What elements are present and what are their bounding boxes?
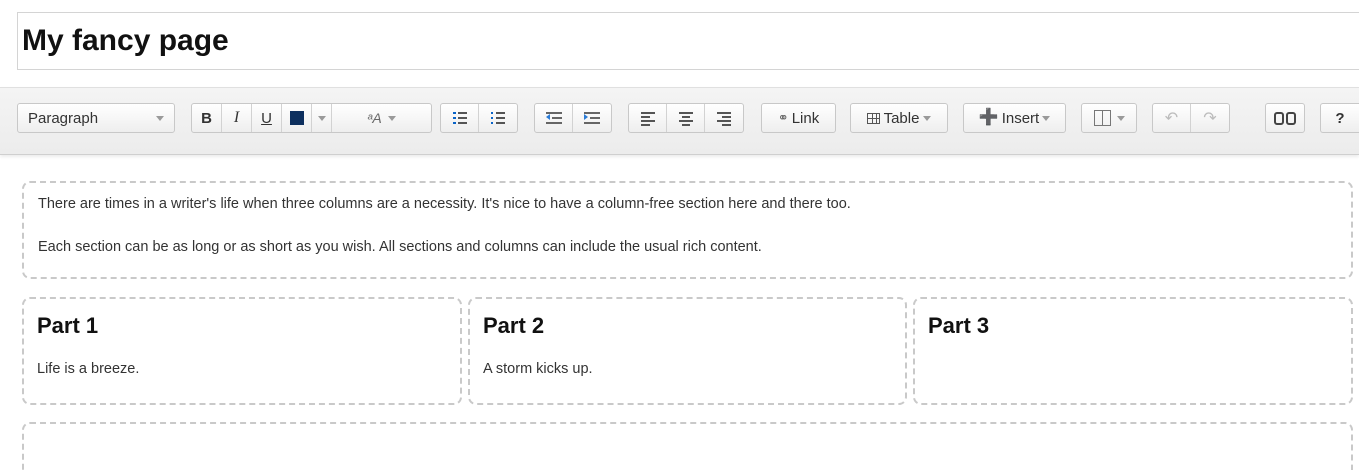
column-heading: Part 1 [37, 313, 99, 338]
align-right-button[interactable] [705, 104, 743, 132]
intro-paragraph: There are times in a writer's life when … [38, 196, 851, 212]
insert-button[interactable]: ➕ Insert [963, 103, 1066, 133]
table-icon [866, 112, 880, 124]
layout-button[interactable] [1081, 103, 1137, 133]
chevron-down-icon [387, 115, 396, 121]
table-label: Table [883, 109, 920, 127]
underline-button[interactable]: U [252, 104, 282, 132]
column-heading: Part 2 [483, 313, 545, 338]
text-style-group: B I U ᵃA [191, 103, 432, 133]
find-button[interactable] [1265, 103, 1305, 133]
outdent-button[interactable] [535, 104, 573, 132]
intro-paragraph: Each section can be as long or as short … [38, 239, 762, 255]
font-size-icon: ᵃA [367, 110, 382, 126]
align-group [628, 103, 744, 133]
plus-icon: ➕ [978, 109, 999, 126]
chevron-down-icon [1042, 115, 1051, 121]
empty-section[interactable] [22, 422, 1353, 470]
column-section-3[interactable]: Part 3 [913, 297, 1353, 405]
numbered-list-icon [491, 112, 505, 124]
list-group [440, 103, 518, 133]
indent-icon [584, 112, 600, 124]
paragraph-format-label: Paragraph [28, 109, 99, 127]
column-section-2[interactable]: Part 2 A storm kicks up. [468, 297, 907, 405]
align-left-icon [640, 112, 655, 126]
link-icon: ⚭ [777, 110, 789, 125]
text-color-icon [289, 111, 304, 125]
font-size-button[interactable]: ᵃA [332, 104, 431, 132]
column-layout-icon [1093, 110, 1111, 126]
chevron-down-icon [1116, 115, 1125, 121]
page-title-input[interactable]: My fancy page [17, 12, 1359, 70]
text-color-button[interactable] [282, 104, 312, 132]
column-text: A storm kicks up. [483, 361, 593, 377]
undo-icon: ↶ [1164, 110, 1179, 127]
chevron-down-icon [317, 115, 326, 121]
intro-section[interactable]: There are times in a writer's life when … [22, 181, 1353, 279]
insert-label: Insert [1001, 109, 1040, 127]
numbered-list-button[interactable] [479, 104, 517, 132]
outdent-icon [545, 112, 562, 124]
text-color-dropdown[interactable] [312, 104, 332, 132]
binoculars-icon [1274, 111, 1296, 125]
bold-button[interactable]: B [192, 104, 222, 132]
link-button[interactable]: ⚭ Link [761, 103, 836, 133]
editor-toolbar: Paragraph B I U ᵃA ⚭ Link Table ➕ Insert… [0, 87, 1359, 155]
column-text: Life is a breeze. [37, 361, 140, 377]
chevron-down-icon [923, 115, 932, 121]
align-center-button[interactable] [667, 104, 705, 132]
column-section-1[interactable]: Part 1 Life is a breeze. [22, 297, 462, 405]
paragraph-format-select[interactable]: Paragraph [17, 103, 175, 133]
help-button[interactable]: ? [1320, 103, 1359, 133]
indent-group [534, 103, 612, 133]
undo-button[interactable]: ↶ [1153, 104, 1191, 132]
link-label: Link [791, 109, 820, 127]
table-button[interactable]: Table [850, 103, 948, 133]
editor-page: My fancy page Paragraph B I U ᵃA ⚭ Link … [0, 0, 1359, 470]
align-center-icon [678, 112, 693, 126]
align-right-icon [717, 112, 731, 126]
bullet-list-button[interactable] [441, 104, 479, 132]
column-heading: Part 3 [928, 313, 990, 338]
chevron-down-icon [156, 115, 164, 121]
align-left-button[interactable] [629, 104, 667, 132]
history-group: ↶ ↷ [1152, 103, 1230, 133]
redo-button[interactable]: ↷ [1191, 104, 1229, 132]
italic-button[interactable]: I [222, 104, 252, 132]
redo-icon: ↷ [1203, 110, 1217, 127]
bullet-list-icon [452, 112, 467, 124]
indent-button[interactable] [573, 104, 611, 132]
